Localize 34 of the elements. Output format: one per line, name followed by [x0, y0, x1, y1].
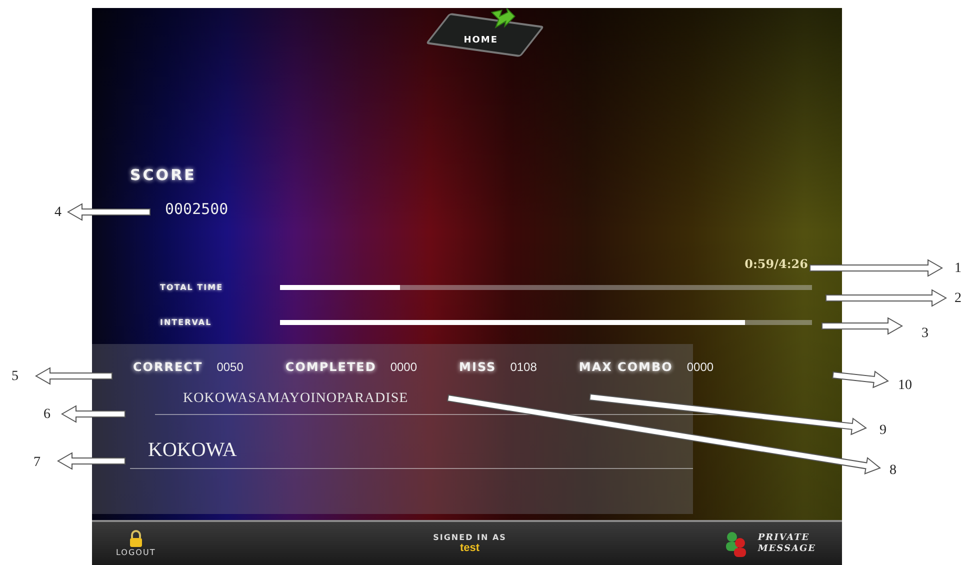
signed-in-label: SIGNED IN AS — [433, 533, 506, 542]
stat-label: CORRECT — [133, 360, 203, 374]
private-message-button[interactable]: PRIVATE MESSAGE — [724, 530, 816, 556]
username: test — [460, 542, 480, 554]
stat-value: 0108 — [510, 360, 537, 374]
stat-value: 0050 — [216, 360, 244, 374]
callout-number: 5 — [12, 369, 18, 384]
stat-value: 0000 — [390, 360, 418, 374]
stat-label: COMPLETED — [285, 360, 376, 374]
typed-text: KOKOWA — [148, 439, 237, 462]
callout-number: 1 — [954, 261, 962, 276]
callout-number: 10 — [898, 378, 912, 393]
logout-button[interactable]: LOGOUT — [116, 530, 156, 557]
stat-label: MAX COMBO — [578, 360, 673, 374]
score-value: 0002500 — [165, 200, 228, 218]
callout-arrow — [61, 405, 126, 423]
callout-arrow — [57, 452, 126, 470]
time-reading: 0:59/4:26 — [744, 257, 808, 271]
stat-label: MISS — [459, 360, 496, 374]
callout-number: 7 — [34, 455, 40, 470]
padlock-icon — [128, 530, 143, 548]
callout-number: 9 — [880, 423, 886, 438]
callout-arrow — [832, 370, 889, 388]
callout-number: 8 — [890, 463, 896, 478]
arrow-icon — [490, 8, 516, 30]
callout-number: 6 — [44, 407, 50, 422]
song-title: KOKOWASAMAYOINOPARADISE — [183, 391, 408, 407]
score-label: SCORE — [130, 166, 196, 184]
bar-label: TOTAL TIME — [159, 282, 224, 292]
stat-value: 0000 — [686, 360, 714, 374]
bar-label: INTERVAL — [159, 318, 213, 326]
callout-number: 4 — [54, 205, 62, 220]
callout-number: 2 — [954, 291, 962, 306]
callout-number: 3 — [922, 326, 928, 341]
